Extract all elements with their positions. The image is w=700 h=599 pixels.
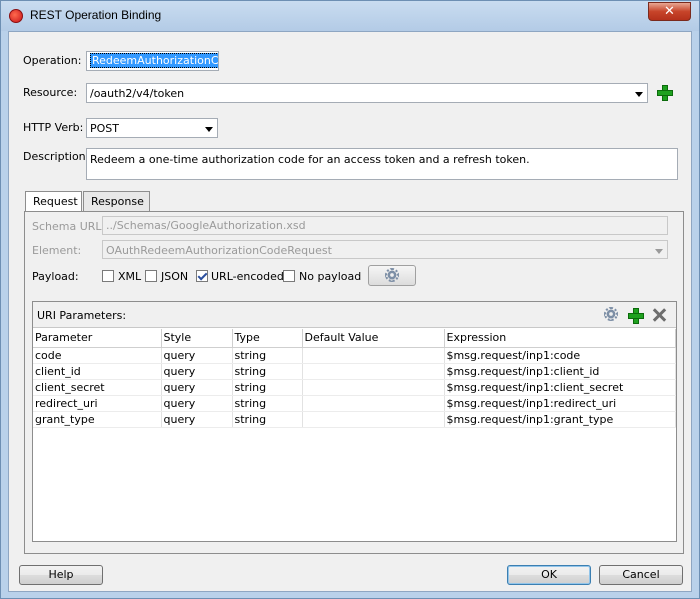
payload-label: Payload: <box>32 270 79 283</box>
table-row[interactable]: client_id query string $msg.request/inp1… <box>33 363 676 380</box>
generate-parameters-icon[interactable] <box>604 307 618 321</box>
table-row[interactable]: client_secret query string $msg.request/… <box>33 379 676 396</box>
tab-request[interactable]: Request <box>25 191 82 212</box>
param-style-cell[interactable]: query <box>161 379 233 396</box>
resource-value: /oauth2/v4/token <box>90 87 185 100</box>
http-verb-select[interactable]: POST <box>86 118 218 138</box>
param-type-cell[interactable]: string <box>232 379 303 396</box>
param-type-cell[interactable]: string <box>232 347 303 364</box>
delete-parameter-icon[interactable] <box>652 308 666 322</box>
param-name-cell[interactable]: grant_type <box>33 411 162 428</box>
http-verb-value: POST <box>90 122 119 135</box>
table-header-row: Parameter Style Type Default Value Expre… <box>33 329 676 348</box>
operation-label: Operation: <box>23 54 82 67</box>
dialog-window: REST Operation Binding ✕ Operation: Rede… <box>0 0 700 599</box>
uri-parameters-table: Parameter Style Type Default Value Expre… <box>33 329 676 428</box>
cancel-button[interactable]: Cancel <box>599 565 683 585</box>
param-default-cell[interactable] <box>302 363 445 380</box>
table-row[interactable]: redirect_uri query string $msg.request/i… <box>33 395 676 412</box>
param-style-cell[interactable]: query <box>161 347 233 364</box>
description-field[interactable]: Redeem a one-time authorization code for… <box>86 148 678 180</box>
param-name-cell[interactable]: code <box>33 347 162 364</box>
element-combo: OAuthRedeemAuthorizationCodeRequest <box>102 240 668 259</box>
param-expression-cell[interactable]: $msg.request/inp1:grant_type <box>444 411 676 428</box>
description-value: Redeem a one-time authorization code for… <box>90 153 530 166</box>
column-header[interactable]: Parameter <box>33 329 162 348</box>
schema-url-field: ../Schemas/GoogleAuthorization.xsd <box>102 216 668 235</box>
param-expression-cell[interactable]: $msg.request/inp1:client_id <box>444 363 676 380</box>
dialog-body: Operation: RedeemAuthorizationCode Resou… <box>8 31 692 592</box>
chevron-down-icon <box>655 249 663 254</box>
schema-url-value: ../Schemas/GoogleAuthorization.xsd <box>106 219 306 232</box>
param-name-cell[interactable]: client_id <box>33 363 162 380</box>
schema-url-label: Schema URL: <box>32 220 106 233</box>
param-default-cell[interactable] <box>302 395 445 412</box>
column-header[interactable]: Style <box>161 329 233 348</box>
param-expression-cell[interactable]: $msg.request/inp1:code <box>444 347 676 364</box>
help-button[interactable]: Help <box>19 565 103 585</box>
uri-parameters-header: URI Parameters: <box>33 302 676 328</box>
resource-combo[interactable]: /oauth2/v4/token <box>86 83 648 103</box>
add-parameter-icon[interactable] <box>628 308 644 324</box>
chevron-down-icon <box>635 92 643 97</box>
param-style-cell[interactable]: query <box>161 411 233 428</box>
http-verb-label: HTTP Verb: <box>23 121 84 134</box>
uri-parameters-panel: URI Parameters: Parameter Style Type Def… <box>32 301 677 542</box>
payload-url-encoded-checkbox[interactable] <box>196 270 208 282</box>
gears-icon <box>385 268 399 282</box>
param-default-cell[interactable] <box>302 379 445 396</box>
payload-none-checkbox[interactable] <box>283 270 295 282</box>
param-default-cell[interactable] <box>302 347 445 364</box>
column-header[interactable]: Type <box>232 329 303 348</box>
element-label: Element: <box>32 244 82 257</box>
param-style-cell[interactable]: query <box>161 395 233 412</box>
param-default-cell[interactable] <box>302 411 445 428</box>
param-expression-cell[interactable]: $msg.request/inp1:client_secret <box>444 379 676 396</box>
payload-xml-checkbox[interactable] <box>102 270 114 282</box>
payload-xml-label: XML <box>118 270 142 283</box>
param-style-cell[interactable]: query <box>161 363 233 380</box>
resource-label: Resource: <box>23 86 78 99</box>
element-value: OAuthRedeemAuthorizationCodeRequest <box>106 244 332 257</box>
operation-field[interactable]: RedeemAuthorizationCode <box>86 51 219 71</box>
app-icon <box>9 9 23 23</box>
column-header[interactable]: Default Value <box>302 329 445 348</box>
operation-value: RedeemAuthorizationCode <box>90 53 218 68</box>
column-header[interactable]: Expression <box>444 329 676 348</box>
param-name-cell[interactable]: redirect_uri <box>33 395 162 412</box>
uri-parameters-title: URI Parameters: <box>37 309 127 322</box>
chevron-down-icon <box>205 127 213 132</box>
ok-button[interactable]: OK <box>507 565 591 585</box>
add-resource-icon[interactable] <box>657 85 673 101</box>
table-row[interactable]: grant_type query string $msg.request/inp… <box>33 411 676 428</box>
title-bar[interactable]: REST Operation Binding ✕ <box>1 1 699 31</box>
payload-none-label: No payload <box>299 270 362 283</box>
request-panel: Schema URL: ../Schemas/GoogleAuthorizati… <box>24 211 684 554</box>
close-button[interactable]: ✕ <box>648 2 691 21</box>
param-name-cell[interactable]: client_secret <box>33 379 162 396</box>
payload-url-encoded-label: URL-encoded <box>211 270 284 283</box>
tab-response[interactable]: Response <box>83 191 150 211</box>
param-type-cell[interactable]: string <box>232 395 303 412</box>
param-expression-cell[interactable]: $msg.request/inp1:redirect_uri <box>444 395 676 412</box>
table-row[interactable]: code query string $msg.request/inp1:code <box>33 347 676 364</box>
param-type-cell[interactable]: string <box>232 363 303 380</box>
description-label: Description: <box>23 150 90 163</box>
param-type-cell[interactable]: string <box>232 411 303 428</box>
payload-json-checkbox[interactable] <box>145 270 157 282</box>
payload-settings-button[interactable] <box>368 265 416 286</box>
window-title: REST Operation Binding <box>30 8 162 22</box>
payload-json-label: JSON <box>161 270 189 283</box>
